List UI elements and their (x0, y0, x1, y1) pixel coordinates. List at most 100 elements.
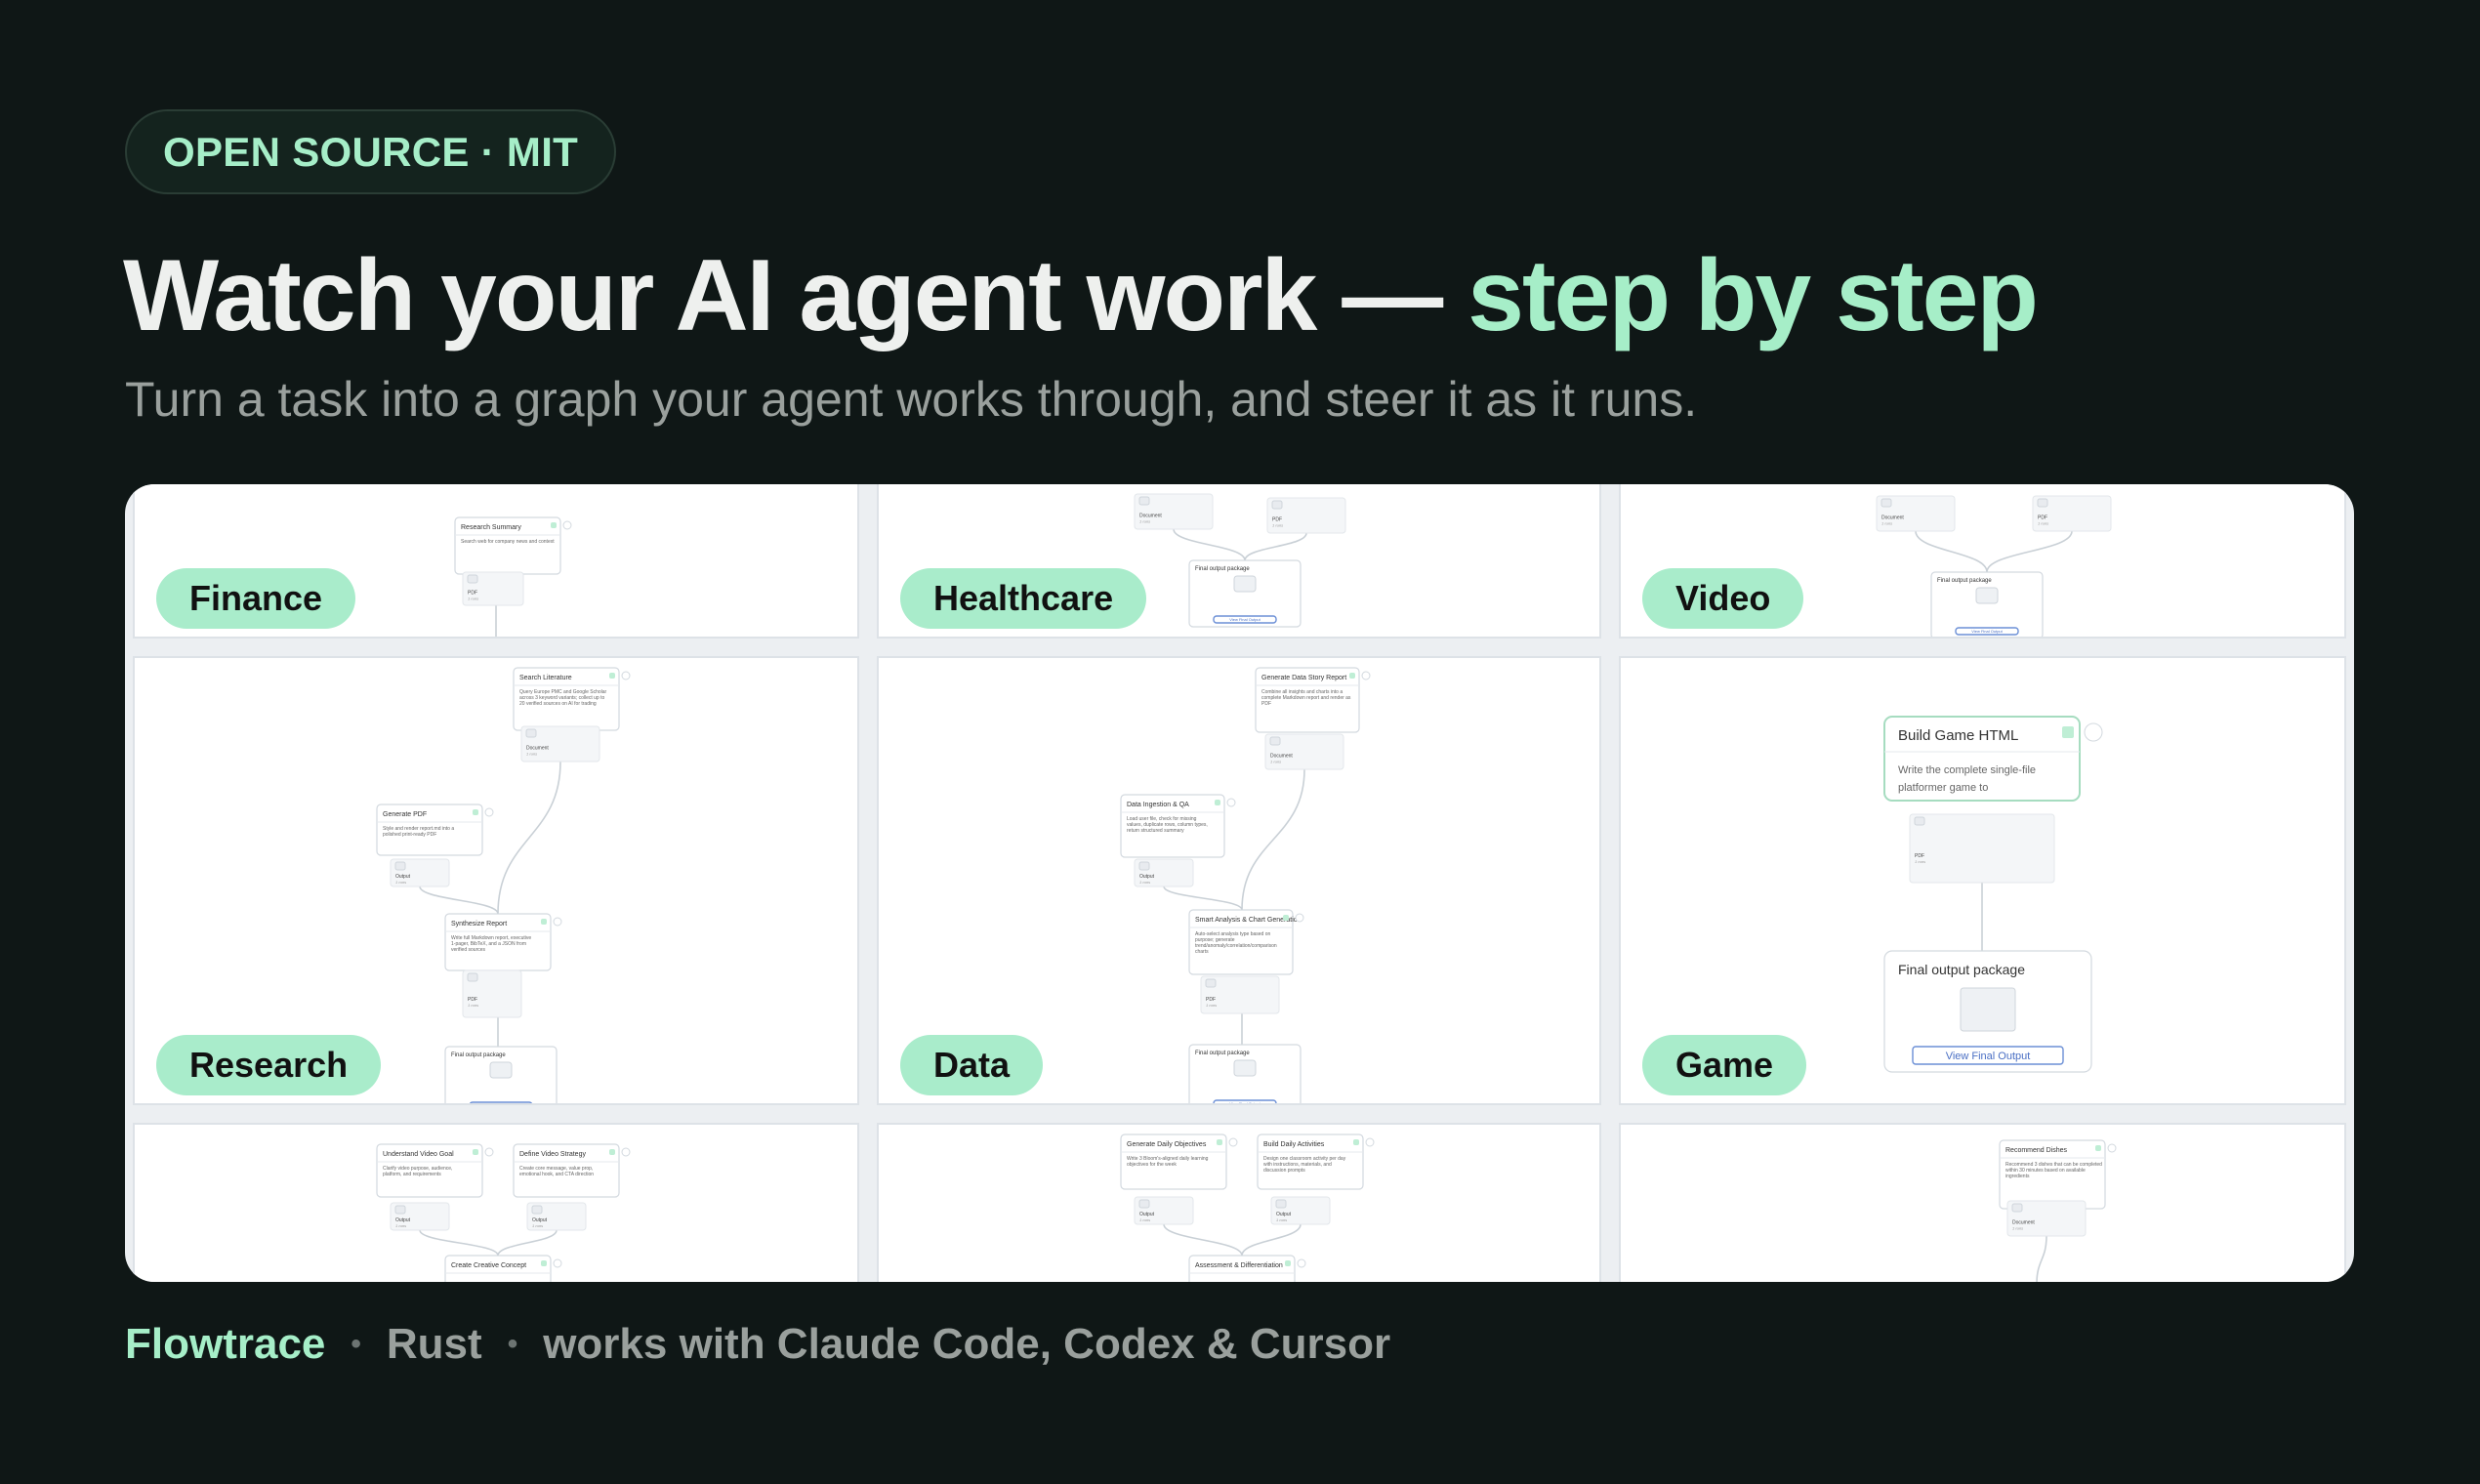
view-final-output-label: View Final Output (485, 1103, 517, 1105)
final-output-node[interactable]: Final output package View Final Output (444, 1046, 558, 1105)
final-output-node[interactable]: Final output package View Final Output (1188, 559, 1302, 628)
run-count: 1 runs (395, 1223, 406, 1228)
task-node[interactable]: Define Video StrategyCreate core message… (513, 1143, 631, 1198)
final-output-node[interactable]: Final output package View Final Output (1188, 1044, 1302, 1105)
panel-video[interactable]: Document 1 runs PDF 1 runs Final output pack… (1619, 484, 2346, 639)
task-node[interactable]: Create Creative Concept (444, 1255, 562, 1282)
output-node[interactable]: PDF1 runs (462, 969, 522, 1018)
panel-healthcare[interactable]: Document 1 runs PDF 1 runs Final output pack… (877, 484, 1601, 639)
task-node[interactable]: Search LiteratureQuery Europe PMC and Go… (513, 667, 631, 731)
final-output-node[interactable]: Final output package View Final Output (1883, 950, 2092, 1073)
node-menu-icon[interactable] (1226, 798, 1236, 807)
document-icon (1138, 861, 1150, 871)
title-main: Watch your AI agent work — (123, 239, 1468, 352)
output-node[interactable]: Document1 runs (1876, 495, 1956, 532)
document-icon (1205, 978, 1217, 988)
node-menu-icon[interactable] (2084, 722, 2103, 742)
final-output-title: Final output package (451, 1052, 506, 1058)
run-count: 1 runs (2012, 1226, 2023, 1231)
task-node[interactable]: Generate Daily ObjectivesWrite 3 Bloom's… (1120, 1134, 1238, 1190)
graph-edge (419, 1229, 499, 1257)
node-menu-icon[interactable] (562, 520, 572, 530)
brand-name[interactable]: Flowtrace (125, 1320, 325, 1369)
task-node[interactable]: Assessment & Differentiation (1188, 1255, 1306, 1282)
output-node[interactable]: PDF1 runs (1909, 813, 2055, 884)
refresh-icon[interactable] (609, 1149, 615, 1155)
output-node[interactable]: Document1 runs (1134, 493, 1214, 530)
task-node[interactable]: Generate Data Story ReportCombine all in… (1255, 667, 1371, 733)
refresh-icon[interactable] (1285, 1260, 1291, 1266)
output-node[interactable]: PDF1 runs (462, 571, 524, 606)
node-menu-icon[interactable] (553, 1258, 562, 1268)
refresh-icon[interactable] (551, 522, 557, 528)
task-node[interactable]: Build Daily ActivitiesDesign one classro… (1257, 1134, 1375, 1190)
document-icon (467, 574, 478, 584)
output-node[interactable]: Output1 runs (526, 1202, 587, 1231)
output-node[interactable]: Document1 runs (2006, 1200, 2087, 1237)
node-description: charts (1195, 949, 1209, 955)
refresh-icon[interactable] (1217, 1139, 1222, 1145)
output-node[interactable]: PDF1 runs (1266, 497, 1346, 534)
flow-graph: Understand Video GoalClarify video purpo… (376, 1143, 631, 1282)
panel-data[interactable]: Generate Data Story Report Combine all in… (877, 656, 1601, 1105)
refresh-icon[interactable] (2062, 726, 2074, 738)
node-menu-icon[interactable] (621, 671, 631, 680)
node-menu-icon[interactable] (484, 807, 494, 817)
refresh-icon[interactable] (1283, 915, 1289, 921)
output-node[interactable]: Output1 runs (390, 858, 450, 887)
document-icon (1138, 496, 1150, 506)
output-node[interactable]: Output1 runs (1270, 1196, 1331, 1225)
panel-research[interactable]: Search Literature Query Europe PMC and Go… (133, 656, 859, 1105)
task-node[interactable]: Smart Analysis & Chart GenerationAuto-se… (1188, 909, 1304, 975)
refresh-icon[interactable] (1353, 1139, 1359, 1145)
panel-game[interactable]: Build Game HTML Write the complete single… (1619, 656, 2346, 1105)
node-title: Data Ingestion & QA (1127, 802, 1189, 808)
output-node[interactable]: Output1 runs (390, 1202, 450, 1231)
node-menu-icon[interactable] (1228, 1137, 1238, 1147)
task-node[interactable]: Recommend DishesRecommend 3 dishes that … (1999, 1139, 2117, 1210)
output-node[interactable]: Output1 runs (1134, 1196, 1194, 1225)
node-menu-icon[interactable] (1297, 1258, 1306, 1268)
final-output-title: Final output package (1195, 566, 1250, 572)
refresh-icon[interactable] (541, 919, 547, 925)
refresh-icon[interactable] (541, 1260, 547, 1266)
panel-finance[interactable]: Research Summary Search web for company n… (133, 484, 859, 639)
output-node[interactable]: Document1 runs (1264, 733, 1344, 770)
view-final-output-label: View Final Output (1229, 617, 1261, 622)
refresh-icon[interactable] (473, 1149, 478, 1155)
task-node[interactable]: Understand Video GoalClarify video purpo… (376, 1143, 494, 1198)
run-count: 1 runs (532, 1223, 543, 1228)
panel-video-plan[interactable]: Understand Video Goal Clarify video purpo… (133, 1123, 859, 1282)
output-node[interactable]: Output1 runs (1134, 858, 1194, 887)
task-node[interactable]: Synthesize ReportWrite full Markdown rep… (444, 913, 562, 971)
output-node[interactable]: Document1 runs (520, 725, 600, 763)
refresh-icon[interactable] (2095, 1145, 2101, 1151)
task-node[interactable]: Build Game HTML Write the complete single… (1883, 716, 2103, 802)
node-menu-icon[interactable] (1361, 671, 1371, 680)
task-node[interactable]: Research Summary Search web for company n… (454, 516, 572, 575)
node-title: Generate Daily Objectives (1127, 1141, 1207, 1148)
output-node[interactable]: PDF1 runs (1200, 975, 1280, 1014)
node-title: Research Summary (461, 524, 521, 531)
refresh-icon[interactable] (1215, 800, 1220, 805)
graph-edge (497, 761, 561, 915)
node-description: Write the complete single-file (1898, 764, 2036, 776)
document-icon (1138, 1199, 1150, 1209)
node-menu-icon[interactable] (2107, 1143, 2117, 1153)
node-menu-icon[interactable] (484, 1147, 494, 1157)
refresh-icon[interactable] (609, 673, 615, 679)
run-count: 1 runs (395, 880, 406, 885)
final-output-node[interactable]: Final output package View Final Output (1930, 571, 2044, 639)
node-menu-icon[interactable] (1295, 913, 1304, 923)
refresh-icon[interactable] (1349, 673, 1355, 679)
node-title: Assessment & Differentiation (1195, 1262, 1283, 1269)
task-node[interactable]: Generate PDFStyle and render report.md i… (376, 804, 494, 856)
task-node[interactable]: Data Ingestion & QALoad user file, check… (1120, 794, 1236, 858)
node-menu-icon[interactable] (553, 917, 562, 927)
output-node[interactable]: PDF1 runs (2032, 495, 2112, 532)
node-menu-icon[interactable] (621, 1147, 631, 1157)
panel-recipes[interactable]: Recommend Dishes Recommend 3 dishes that … (1619, 1123, 2346, 1282)
refresh-icon[interactable] (473, 809, 478, 815)
panel-lesson-plan[interactable]: Generate Daily Objectives Write 3 Bloom's… (877, 1123, 1601, 1282)
node-menu-icon[interactable] (1365, 1137, 1375, 1147)
